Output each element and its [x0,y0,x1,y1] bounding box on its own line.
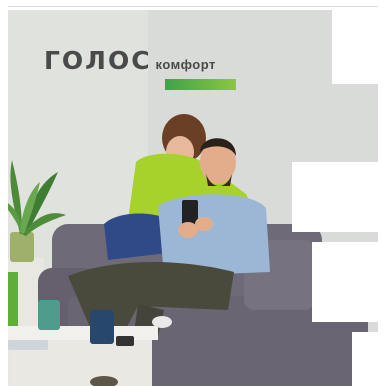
tablet-icon [8,340,48,350]
promo-banner[interactable]: ГОЛОС комфорт [8,10,378,386]
edge-cutout [352,332,378,386]
mug-icon [90,310,114,344]
mug-icon [38,300,60,330]
edge-cutout [292,162,378,232]
edge-cutout [312,242,378,322]
brand-suffix: комфорт [155,57,216,72]
brand-name: ГОЛОС [44,46,152,75]
brand-accent-bar [165,79,236,90]
top-divider [8,6,378,7]
remote-icon [116,336,134,346]
corner-cutout [332,10,378,84]
brand-logo: ГОЛОС комфорт [44,46,216,75]
